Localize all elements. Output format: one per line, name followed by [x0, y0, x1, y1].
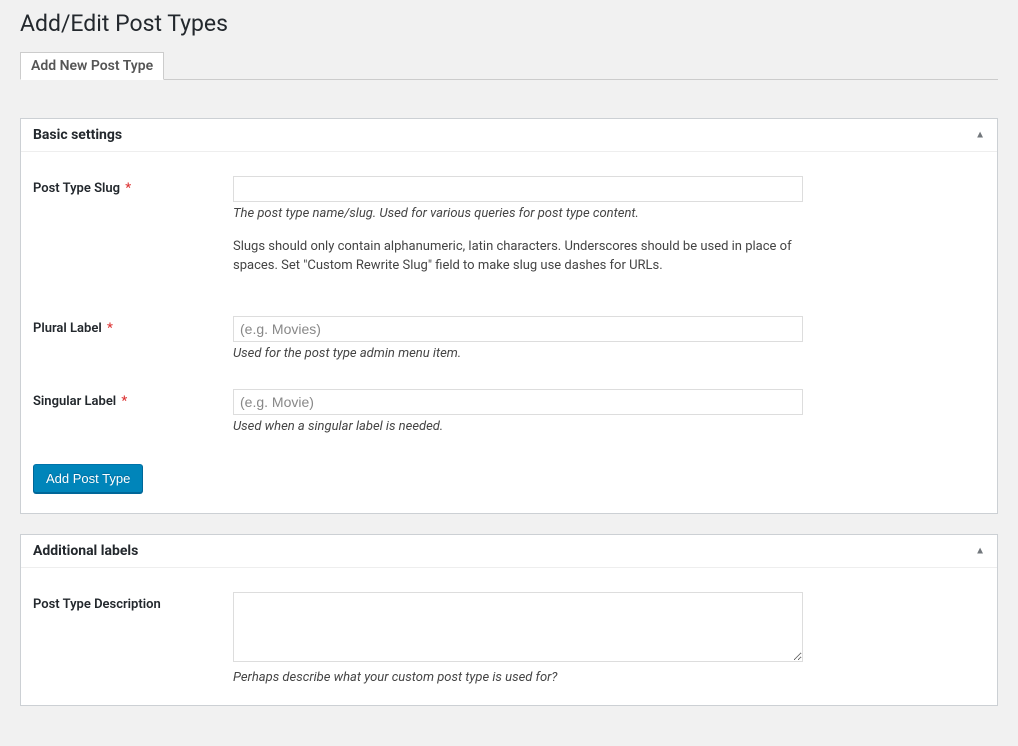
required-mark: *	[107, 321, 113, 336]
panel-basic-header[interactable]: Basic settings ▲	[21, 119, 997, 152]
submit-area: Add Post Type	[33, 464, 985, 493]
label-post-type-slug: Post Type Slug *	[33, 176, 233, 196]
label-singular: Singular Label *	[33, 389, 233, 409]
add-post-type-button[interactable]: Add Post Type	[33, 464, 143, 493]
panel-basic-settings: Basic settings ▲ Post Type Slug * The po…	[20, 118, 998, 514]
help-post-type-slug-extra: Slugs should only contain alphanumeric, …	[233, 237, 803, 276]
row-plural-label: Plural Label * Used for the post type ad…	[33, 316, 985, 361]
panel-additional-title: Additional labels	[33, 543, 138, 559]
plural-label-input[interactable]	[233, 316, 803, 342]
help-post-type-description: Perhaps describe what your custom post t…	[233, 670, 803, 685]
caret-up-icon: ▲	[975, 545, 985, 556]
tabs-wrapper: Add New Post Type	[20, 43, 998, 80]
required-mark: *	[125, 181, 131, 196]
label-post-type-description: Post Type Description	[33, 592, 233, 612]
post-type-description-textarea[interactable]	[233, 592, 803, 662]
panel-basic-body: Post Type Slug * The post type name/slug…	[21, 152, 997, 513]
panel-additional-header[interactable]: Additional labels ▲	[21, 535, 997, 568]
row-singular-label: Singular Label * Used when a singular la…	[33, 389, 985, 434]
panel-additional-labels: Additional labels ▲ Post Type Descriptio…	[20, 534, 998, 706]
panel-additional-body: Post Type Description Perhaps describe w…	[21, 568, 997, 705]
label-plural: Plural Label *	[33, 316, 233, 336]
panel-basic-title: Basic settings	[33, 127, 122, 143]
help-singular-label: Used when a singular label is needed.	[233, 419, 803, 434]
row-post-type-slug: Post Type Slug * The post type name/slug…	[33, 176, 985, 276]
post-type-slug-input[interactable]	[233, 176, 803, 202]
required-mark: *	[121, 394, 127, 409]
tab-add-new-post-type[interactable]: Add New Post Type	[20, 52, 164, 80]
help-plural-label: Used for the post type admin menu item.	[233, 346, 803, 361]
help-post-type-slug: The post type name/slug. Used for variou…	[233, 206, 803, 221]
row-post-type-description: Post Type Description Perhaps describe w…	[33, 592, 985, 685]
caret-up-icon: ▲	[975, 129, 985, 140]
singular-label-input[interactable]	[233, 389, 803, 415]
page-title: Add/Edit Post Types	[20, 0, 998, 43]
